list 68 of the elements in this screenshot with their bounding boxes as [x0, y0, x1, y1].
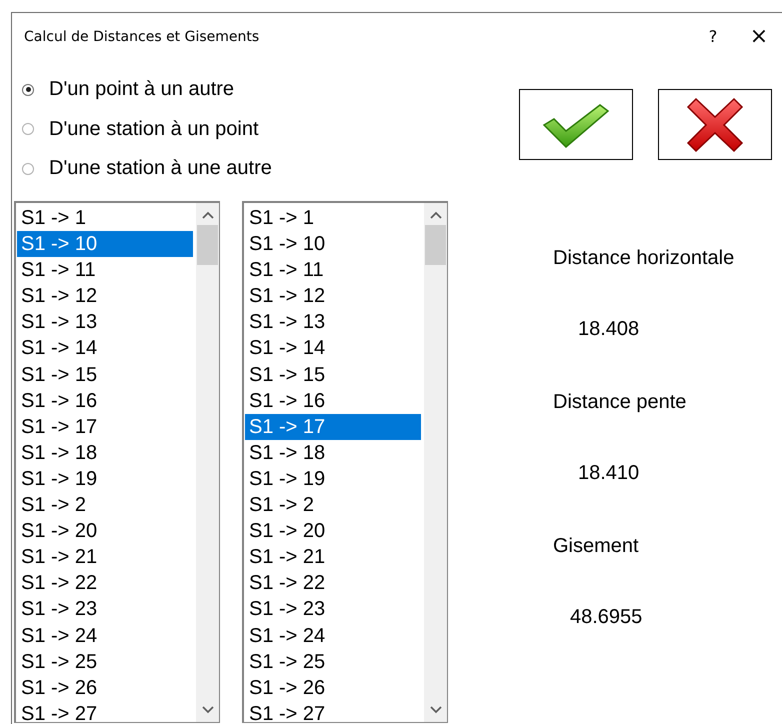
close-button[interactable]: ×	[736, 20, 782, 52]
scroll-up-icon[interactable]	[430, 211, 442, 219]
list-item[interactable]: S1 -> 27	[245, 700, 421, 722]
list-item[interactable]: S1 -> 26	[245, 674, 421, 701]
list-item[interactable]: S1 -> 23	[245, 596, 421, 622]
list-item[interactable]: S1 -> 21	[17, 544, 193, 570]
list-item[interactable]: S1 -> 19	[245, 466, 421, 492]
scroll-thumb[interactable]	[425, 225, 446, 265]
list-item[interactable]: S1 -> 10	[245, 231, 421, 258]
scrollbar[interactable]	[424, 203, 447, 722]
list-item[interactable]: S1 -> 21	[245, 544, 421, 570]
scrollbar[interactable]	[196, 203, 219, 722]
close-icon	[684, 96, 746, 152]
radio-circle[interactable]	[22, 84, 34, 96]
list-item[interactable]: S1 -> 16	[245, 388, 421, 414]
scroll-thumb[interactable]	[197, 225, 218, 265]
list-item[interactable]: S1 -> 13	[17, 309, 193, 336]
list-box[interactable]: S1 -> 1 S1 -> 10 S1 -> 11 S1 -> 12 S1 -> 13 S1 -> 14 S1 -> 15 S1 -> 16 S1 -> 17 S1 -> 18 S1 -> 19 S1 -> 2 S1 -> 20 S1 -> 21 S1 -> 22 S1 -> 23 S1 -> 24 S1 -> 25 S1 -> 26 S1 -> 27	[14, 201, 220, 723]
list-item[interactable]: S1 -> 18	[17, 440, 193, 466]
list-item[interactable]: S1 -> 15	[17, 362, 193, 388]
list-item[interactable]: S1 -> 25	[245, 648, 421, 675]
list-item[interactable]: S1 -> 12	[245, 283, 421, 310]
radio-option[interactable]: D'une station à un point	[22, 110, 502, 149]
result-value: 48.6955	[569, 606, 644, 629]
radio-circle[interactable]	[22, 162, 34, 175]
list-item[interactable]: S1 -> 22	[17, 570, 193, 596]
list-item[interactable]: S1 -> 1	[245, 205, 421, 232]
list-box[interactable]: S1 -> 1 S1 -> 10 S1 -> 11 S1 -> 12 S1 -> 13 S1 -> 14 S1 -> 15 S1 -> 16 S1 -> 17 S1 -> 18 S1 -> 19 S1 -> 2 S1 -> 20 S1 -> 21 S1 -> 22 S1 -> 23 S1 -> 24 S1 -> 25 S1 -> 26 S1 -> 27	[242, 201, 448, 723]
result-value: 18.408	[577, 318, 640, 341]
help-button[interactable]: ?	[690, 20, 736, 52]
list-item[interactable]: S1 -> 24	[17, 622, 193, 649]
list-item[interactable]: S1 -> 22	[245, 570, 421, 596]
list-item[interactable]: S1 -> 26	[17, 674, 193, 701]
list-item[interactable]: S1 -> 16	[17, 388, 193, 414]
window-title: Calcul de Distances et Gisements	[24, 28, 260, 44]
list-item[interactable]: S1 -> 12	[17, 283, 193, 310]
list-item[interactable]: S1 -> 27	[17, 700, 193, 722]
radio-option[interactable]: D'un point à un autre	[22, 70, 502, 110]
list-item[interactable]: S1 -> 17	[245, 414, 421, 440]
scroll-down-icon[interactable]	[430, 706, 442, 714]
list-item[interactable]: S1 -> 19	[17, 466, 193, 492]
list-item[interactable]: S1 -> 17	[17, 414, 193, 440]
list-item[interactable]: S1 -> 11	[17, 257, 193, 284]
result-label: Gisement	[553, 535, 640, 558]
list-item[interactable]: S1 -> 23	[17, 596, 193, 622]
list-item[interactable]: S1 -> 10	[17, 231, 193, 258]
radio-circle[interactable]	[22, 123, 34, 136]
list-item[interactable]: S1 -> 14	[17, 335, 193, 362]
scroll-down-icon[interactable]	[202, 706, 214, 714]
list-item[interactable]: S1 -> 11	[245, 257, 421, 284]
result-value: 18.410	[577, 462, 640, 485]
list-item[interactable]: S1 -> 13	[245, 309, 421, 336]
list-item[interactable]: S1 -> 20	[17, 518, 193, 544]
ok-button[interactable]	[519, 89, 633, 160]
list-item[interactable]: S1 -> 14	[245, 335, 421, 362]
list-item[interactable]: S1 -> 18	[245, 440, 421, 466]
result-label: Distance pente	[553, 391, 688, 414]
radio-option[interactable]: D'une station à une autre	[22, 149, 502, 188]
list-item[interactable]: S1 -> 20	[245, 518, 421, 544]
result-label: Distance horizontale	[553, 247, 734, 270]
list-item[interactable]: S1 -> 1	[17, 205, 193, 232]
list-item[interactable]: S1 -> 2	[245, 492, 421, 518]
list-item[interactable]: S1 -> 2	[17, 492, 193, 518]
scroll-up-icon[interactable]	[202, 211, 214, 219]
list-item[interactable]: S1 -> 24	[245, 622, 421, 649]
list-item[interactable]: S1 -> 15	[245, 362, 421, 388]
cancel-button[interactable]	[658, 89, 772, 160]
list-item[interactable]: S1 -> 25	[17, 648, 193, 675]
